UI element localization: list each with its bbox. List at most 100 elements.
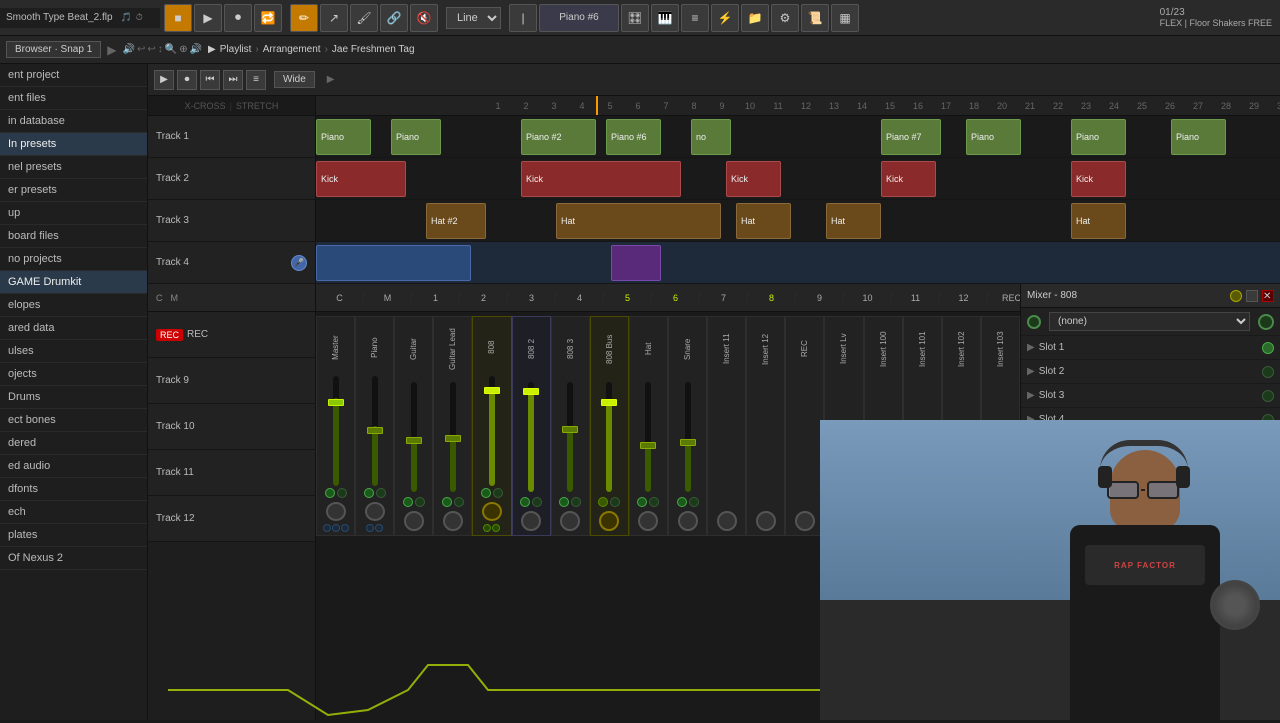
pan-knob-rec[interactable] bbox=[795, 511, 815, 531]
pan-knob-guitar-lead[interactable] bbox=[443, 511, 463, 531]
clip-piano-9[interactable]: Piano bbox=[1171, 119, 1226, 155]
link-tool[interactable]: 🔗 bbox=[380, 4, 408, 32]
ch-dot-808[interactable] bbox=[493, 488, 503, 498]
plugin-btn[interactable]: ⚡ bbox=[711, 4, 739, 32]
fader-knob-808-2[interactable] bbox=[523, 388, 539, 395]
clip-blue-1[interactable] bbox=[316, 245, 471, 281]
none-dropdown[interactable]: (none) bbox=[1049, 312, 1250, 331]
sidebar-item-of-nexus[interactable]: Of Nexus 2 bbox=[0, 547, 147, 570]
record-btn[interactable]: ⏺ bbox=[224, 4, 252, 32]
sidebar-item-soundfonts[interactable]: dfonts bbox=[0, 478, 147, 501]
sidebar-item-recent-files[interactable]: ent files bbox=[0, 87, 147, 110]
ch-green-guitar[interactable] bbox=[403, 497, 413, 507]
pan-knob-guitar[interactable] bbox=[404, 511, 424, 531]
sidebar-item-rendered[interactable]: dered bbox=[0, 432, 147, 455]
sidebar-item-select-bones[interactable]: ect bones bbox=[0, 409, 147, 432]
pattern-btn[interactable]: ▦ bbox=[831, 4, 859, 32]
clip-piano-4[interactable]: Piano #6 bbox=[606, 119, 661, 155]
fader-knob-piano[interactable] bbox=[367, 427, 383, 434]
track-content-4[interactable] bbox=[316, 242, 1280, 283]
piano-roll-btn[interactable]: 🎹 bbox=[651, 4, 679, 32]
pan-knob-master[interactable] bbox=[326, 502, 346, 521]
ch-dot-guitar-lead[interactable] bbox=[454, 497, 464, 507]
ch-green-master[interactable] bbox=[325, 488, 335, 498]
clip-kick-2[interactable]: Kick bbox=[521, 161, 681, 197]
script-btn[interactable]: 📜 bbox=[801, 4, 829, 32]
ch-dot-808-bus[interactable] bbox=[610, 497, 620, 507]
sidebar-item-current-project[interactable]: ent project bbox=[0, 64, 147, 87]
track-content-1[interactable]: Piano Piano Piano #2 Piano #6 no Piano #… bbox=[316, 116, 1280, 157]
fader-knob-snare[interactable] bbox=[680, 439, 696, 446]
wide-mode-btn[interactable]: Wide bbox=[274, 71, 315, 88]
fader-knob-808-3[interactable] bbox=[562, 426, 578, 433]
draw-tool[interactable]: ✏ bbox=[290, 4, 318, 32]
close-btn[interactable]: ✕ bbox=[1262, 290, 1274, 302]
clip-piano-7[interactable]: Piano bbox=[966, 119, 1021, 155]
clip-piano-5[interactable]: no bbox=[691, 119, 731, 155]
clip-hat-2[interactable]: Hat bbox=[556, 203, 721, 239]
pl-prev-btn[interactable]: ⏮ bbox=[200, 70, 220, 90]
ch-dot-snare[interactable] bbox=[689, 497, 699, 507]
pl-play-btn[interactable]: ▶ bbox=[154, 70, 174, 90]
resize-btn[interactable] bbox=[1246, 290, 1258, 302]
breadcrumb-playlist[interactable]: Playlist bbox=[220, 44, 252, 55]
pan-knob-snare[interactable] bbox=[678, 511, 698, 531]
clip-kick-4[interactable]: Kick bbox=[881, 161, 936, 197]
breadcrumb-arrangement[interactable]: Arrangement bbox=[263, 44, 321, 55]
pan-knob-ins11[interactable] bbox=[717, 511, 737, 531]
sidebar-item-clipboard[interactable]: board files bbox=[0, 225, 147, 248]
sidebar-item-tech[interactable]: ech bbox=[0, 501, 147, 524]
ch-green-808-2[interactable] bbox=[520, 497, 530, 507]
pan-knob-piano[interactable] bbox=[365, 502, 385, 521]
clip-piano-8[interactable]: Piano bbox=[1071, 119, 1126, 155]
sidebar-item-shared-data[interactable]: ared data bbox=[0, 317, 147, 340]
select-tool[interactable]: ↗ bbox=[320, 4, 348, 32]
sidebar-item-no-projects[interactable]: no projects bbox=[0, 248, 147, 271]
pan-knob-808-2[interactable] bbox=[521, 511, 541, 531]
clip-piano-1[interactable]: Piano bbox=[316, 119, 371, 155]
settings-btn[interactable]: ⚙ bbox=[771, 4, 799, 32]
snap-btn[interactable]: | bbox=[509, 4, 537, 32]
pan-knob-808-3[interactable] bbox=[560, 511, 580, 531]
sidebar-item-projects[interactable]: ojects bbox=[0, 363, 147, 386]
clip-kick-3[interactable]: Kick bbox=[726, 161, 781, 197]
sidebar-item-in-presets[interactable]: In presets bbox=[0, 133, 147, 156]
ch-dot-hat[interactable] bbox=[649, 497, 659, 507]
piano-display[interactable]: Piano #6 bbox=[539, 4, 619, 32]
clip-hat-1[interactable]: Hat #2 bbox=[426, 203, 486, 239]
fader-knob-guitar[interactable] bbox=[406, 437, 422, 444]
stop-btn[interactable]: ■ bbox=[164, 4, 192, 32]
ch-dot-piano[interactable] bbox=[376, 488, 386, 498]
ch-green-snare[interactable] bbox=[677, 497, 687, 507]
fader-knob-guitar-lead[interactable] bbox=[445, 435, 461, 442]
ch-green-piano[interactable] bbox=[364, 488, 374, 498]
clip-hat-5[interactable]: Hat bbox=[1071, 203, 1126, 239]
channel-btn[interactable]: ≡ bbox=[681, 4, 709, 32]
slot-circle-2[interactable] bbox=[1262, 366, 1274, 378]
sidebar-item-game-drumkit[interactable]: GAME Drumkit bbox=[0, 271, 147, 294]
sidebar-item-drums[interactable]: Drums bbox=[0, 386, 147, 409]
pan-knob-hat[interactable] bbox=[638, 511, 658, 531]
browser-snap-btn[interactable]: Browser · Snap 1 bbox=[6, 41, 101, 58]
ch-green-808[interactable] bbox=[481, 488, 491, 498]
sidebar-item-pulses[interactable]: ulses bbox=[0, 340, 147, 363]
pan-knob-ins12[interactable] bbox=[756, 511, 776, 531]
pl-settings-btn[interactable]: ≡ bbox=[246, 70, 266, 90]
ch-green-808-bus[interactable] bbox=[598, 497, 608, 507]
clip-purple-1[interactable] bbox=[611, 245, 661, 281]
sidebar-item-up[interactable]: up bbox=[0, 202, 147, 225]
sidebar-item-channel-presets[interactable]: nel presets bbox=[0, 156, 147, 179]
clip-piano-6[interactable]: Piano #7 bbox=[881, 119, 941, 155]
fader-knob-808[interactable] bbox=[484, 387, 500, 394]
play-btn[interactable]: ▶ bbox=[194, 4, 222, 32]
ch-green-guitar-lead[interactable] bbox=[442, 497, 452, 507]
loop-btn[interactable]: 🔁 bbox=[254, 4, 282, 32]
clip-hat-4[interactable]: Hat bbox=[826, 203, 881, 239]
ch-dot-guitar[interactable] bbox=[415, 497, 425, 507]
clip-kick-5[interactable]: Kick bbox=[1071, 161, 1126, 197]
ch-green-hat[interactable] bbox=[637, 497, 647, 507]
clip-piano-2[interactable]: Piano bbox=[391, 119, 441, 155]
mute-tool[interactable]: 🔇 bbox=[410, 4, 438, 32]
breadcrumb-tag[interactable]: Jae Freshmen Tag bbox=[332, 44, 415, 55]
clip-piano-3[interactable]: Piano #2 bbox=[521, 119, 596, 155]
